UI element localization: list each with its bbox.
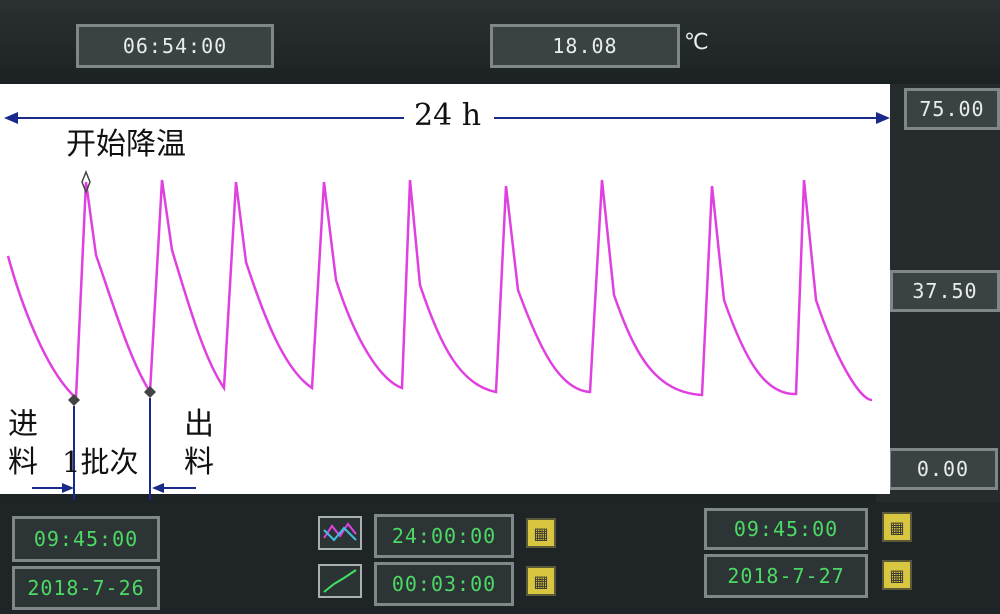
- calendar-icon[interactable]: ▦: [882, 560, 912, 590]
- discharge-arrow-head: [152, 483, 164, 493]
- trend-chart-glyph: [323, 522, 357, 542]
- calendar-icon[interactable]: ▦: [526, 566, 556, 596]
- discharge-label-bottom: 料: [184, 445, 214, 480]
- discharge-label-top: 出: [184, 407, 214, 442]
- scale-chart-icon[interactable]: [318, 564, 362, 598]
- start-date-display[interactable]: 2018-7-26: [12, 566, 160, 610]
- span-arrow-left-head: [4, 112, 18, 124]
- range-display[interactable]: 24:00:00: [374, 514, 514, 558]
- calendar-icon[interactable]: ▦: [526, 518, 556, 548]
- calendar-icon[interactable]: ▦: [882, 512, 912, 542]
- temperature-trace: [6, 179, 873, 402]
- feed-in-arrow-head: [62, 483, 74, 493]
- end-date-display[interactable]: 2018-7-27: [704, 554, 868, 598]
- calendar-glyph: ▦: [889, 565, 905, 585]
- trend-chart-icon[interactable]: [318, 516, 362, 550]
- interval-display[interactable]: 00:03:00: [374, 562, 514, 606]
- calendar-glyph: ▦: [533, 523, 549, 543]
- discharge-marker: [144, 386, 156, 398]
- feed-in-label-top: 进: [8, 407, 38, 442]
- batch-label: 1批次: [62, 445, 139, 479]
- feed-in-marker: [68, 394, 80, 406]
- scale-chart-glyph: [323, 569, 357, 593]
- calendar-glyph: ▦: [533, 571, 549, 591]
- calendar-glyph: ▦: [889, 517, 905, 537]
- span-arrow-right-head: [876, 112, 890, 124]
- end-time-display[interactable]: 09:45:00: [704, 508, 868, 550]
- span-label: 24 h: [414, 98, 482, 133]
- start-cooling-label: 开始降温: [66, 127, 186, 162]
- feed-in-label-bottom: 料: [8, 445, 38, 480]
- start-time-display[interactable]: 09:45:00: [12, 516, 160, 562]
